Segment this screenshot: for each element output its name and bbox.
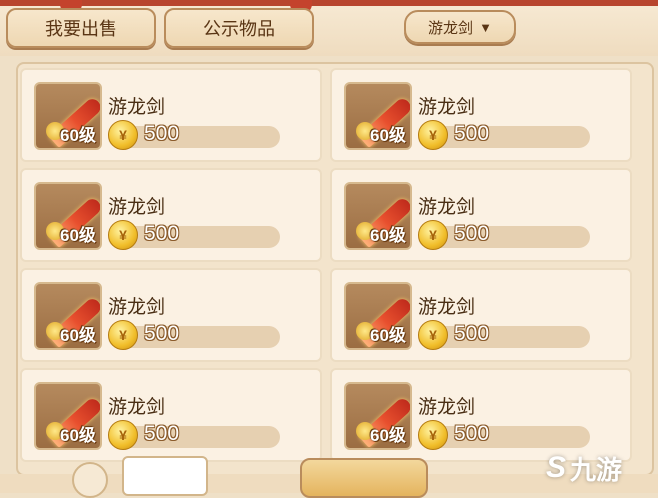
bottom-action-button[interactable] xyxy=(300,458,428,498)
item-listing-card[interactable]: 60级 游龙剑 ¥500 xyxy=(20,368,322,462)
item-price: 500 xyxy=(144,222,180,245)
gold-coin-icon: ¥ xyxy=(108,120,138,150)
item-icon-frame: 60级 xyxy=(344,382,412,450)
item-icon-frame: 60级 xyxy=(34,182,102,250)
item-icon-frame: 60级 xyxy=(344,182,412,250)
item-price: 500 xyxy=(454,322,490,345)
item-name: 游龙剑 xyxy=(418,197,476,218)
item-name: 游龙剑 xyxy=(108,297,166,318)
item-listing-card[interactable]: 60级 游龙剑 ¥500 xyxy=(20,268,322,362)
item-level: 60级 xyxy=(370,126,406,145)
item-level: 60级 xyxy=(60,426,96,445)
gold-coin-icon: ¥ xyxy=(418,420,448,450)
public-items-button[interactable]: 公示物品 xyxy=(164,8,314,48)
item-level: 60级 xyxy=(370,426,406,445)
public-items-button-label: 公示物品 xyxy=(203,19,275,39)
item-level: 60级 xyxy=(60,326,96,345)
item-price: 500 xyxy=(454,222,490,245)
gold-coin-icon: ¥ xyxy=(418,320,448,350)
sell-button[interactable]: 我要出售 xyxy=(6,8,156,48)
item-filter-dropdown[interactable]: 游龙剑 ▼ xyxy=(404,10,516,44)
item-name: 游龙剑 xyxy=(418,297,476,318)
watermark-text: 九游 xyxy=(570,454,623,485)
item-icon-frame: 60级 xyxy=(34,282,102,350)
item-name: 游龙剑 xyxy=(108,97,166,118)
gold-coin-icon: ¥ xyxy=(108,320,138,350)
item-level: 60级 xyxy=(60,126,96,145)
item-name: 游龙剑 xyxy=(108,197,166,218)
item-icon-frame: 60级 xyxy=(34,82,102,150)
watermark-logo-icon: S xyxy=(546,451,567,484)
sell-button-label: 我要出售 xyxy=(45,19,117,39)
item-level: 60级 xyxy=(370,226,406,245)
item-price: 500 xyxy=(144,322,180,345)
item-icon-frame: 60级 xyxy=(344,282,412,350)
dropdown-arrow-icon: ▼ xyxy=(479,19,492,35)
item-price: 500 xyxy=(454,122,490,145)
item-icon-frame: 60级 xyxy=(344,82,412,150)
item-name: 游龙剑 xyxy=(418,397,476,418)
item-level: 60级 xyxy=(370,326,406,345)
item-listing-card[interactable]: 60级 游龙剑 ¥500 xyxy=(20,168,322,262)
item-icon-frame: 60级 xyxy=(34,382,102,450)
item-listing-card[interactable]: 60级 游龙剑 ¥500 xyxy=(330,168,632,262)
decorative-pattern xyxy=(518,4,650,46)
item-price: 500 xyxy=(144,122,180,145)
top-bar: 我要出售 公示物品 游龙剑 ▼ xyxy=(0,0,658,56)
item-listing-card[interactable]: 60级 游龙剑 ¥500 xyxy=(330,68,632,162)
site-watermark: S 九游 xyxy=(546,448,656,488)
gold-coin-icon: ¥ xyxy=(108,420,138,450)
item-price: 500 xyxy=(144,422,180,445)
gold-coin-icon: ¥ xyxy=(418,220,448,250)
item-price: 500 xyxy=(454,422,490,445)
item-filter-label: 游龙剑 xyxy=(428,19,474,37)
page-number-input[interactable] xyxy=(122,456,208,496)
item-level: 60级 xyxy=(60,226,96,245)
item-name: 游龙剑 xyxy=(418,97,476,118)
item-name: 游龙剑 xyxy=(108,397,166,418)
gold-coin-icon: ¥ xyxy=(108,220,138,250)
gold-coin-icon: ¥ xyxy=(418,120,448,150)
item-listing-card[interactable]: 60级 游龙剑 ¥500 xyxy=(20,68,322,162)
item-listing-card[interactable]: 60级 游龙剑 ¥500 xyxy=(330,268,632,362)
